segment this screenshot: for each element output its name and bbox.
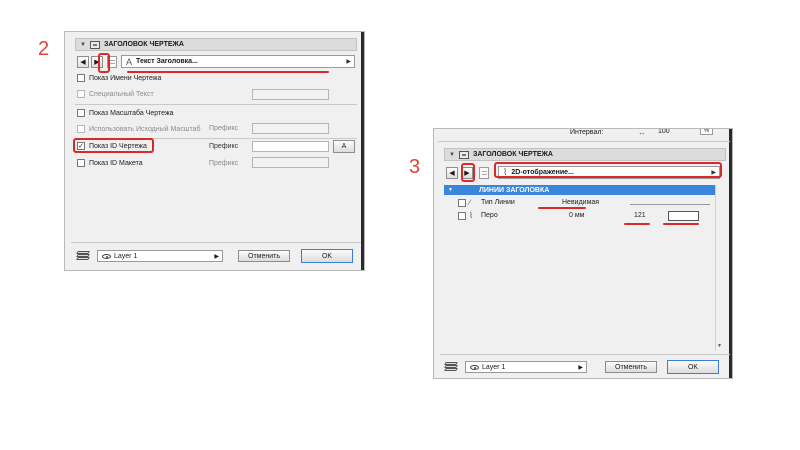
interval-label: Интервал: <box>570 129 604 136</box>
pen-color-swatch[interactable] <box>668 211 699 221</box>
show-name-row[interactable]: Показ Имени Чертежа <box>77 74 161 82</box>
special-text-row: Специальный Текст <box>77 90 154 98</box>
interval-arrows-icon: ↔ <box>638 128 646 137</box>
show-scale-label: Показ Масштаба Чертежа <box>89 109 174 117</box>
line-preview <box>630 204 710 205</box>
scroll-down-icon[interactable]: ▼ <box>717 343 722 349</box>
layers-icon <box>444 362 459 372</box>
pen-number[interactable]: 121 <box>634 212 646 219</box>
section-header-label: ЛИНИИ ЗАГОЛОВКА <box>478 186 550 194</box>
underline-style-dropdown <box>127 71 329 73</box>
id-prefix-label: Префикс <box>209 143 239 150</box>
window-edge <box>729 129 732 378</box>
section-title: ЗАГОЛОВОК ЧЕРТЕЖА <box>472 151 553 158</box>
layer-value: Layer 1 <box>114 252 138 260</box>
layer-dropdown[interactable]: Layer 1 ▶ <box>97 250 223 262</box>
title-style-value: Текст Заголовка... <box>136 58 198 65</box>
drawing-title-icon <box>458 150 469 159</box>
use-original-scale-row: Использовать Исходный Масштаб <box>77 125 200 133</box>
show-scale-row[interactable]: Показ Масштаба Чертежа <box>77 109 174 117</box>
pen-icon: ⌇ <box>469 211 473 220</box>
layer-dropdown[interactable]: Layer 1 ▶ <box>465 361 587 373</box>
special-text-checkbox <box>77 90 85 98</box>
special-text-input <box>252 89 329 100</box>
step-number-3: 3 <box>409 156 421 178</box>
underline-pen-color <box>663 223 699 225</box>
scale-prefix-input <box>252 123 329 134</box>
pen-label: Перо <box>481 212 498 219</box>
show-layout-id-checkbox[interactable] <box>77 159 85 167</box>
dropdown-arrow-icon: ▶ <box>346 59 351 65</box>
line-type-checkbox[interactable] <box>458 199 466 207</box>
prev-page-button[interactable]: ◀ <box>446 167 458 179</box>
text-style-icon: A <box>126 56 133 67</box>
show-name-label: Показ Имени Чертежа <box>89 74 162 82</box>
show-layout-id-row[interactable]: Показ ID Макета <box>77 159 143 167</box>
scrollbar[interactable]: ▼ <box>715 185 724 351</box>
line-icon: ∕ <box>469 198 471 207</box>
pick-font-icon: A <box>341 143 347 150</box>
highlight-next-button <box>98 53 110 73</box>
layout-prefix-label: Префикс <box>209 160 239 167</box>
highlight-show-id <box>73 138 154 153</box>
prev-page-button[interactable]: ◀ <box>77 56 89 68</box>
id-prefix-input[interactable] <box>252 141 329 152</box>
special-text-label: Специальный Текст <box>89 90 154 98</box>
document-icon <box>479 167 489 179</box>
interval-unit[interactable]: % <box>700 129 713 135</box>
layers-icon <box>76 251 91 261</box>
eye-icon <box>102 253 111 259</box>
eye-icon <box>470 364 479 370</box>
underline-line-type <box>538 207 586 209</box>
show-layout-id-label: Показ ID Макета <box>89 159 143 167</box>
title-style-dropdown[interactable]: A Текст Заголовка... ▶ <box>121 55 355 68</box>
pen-width-value: 0 мм <box>569 212 585 219</box>
dropdown-arrow-icon: ▶ <box>578 364 583 371</box>
highlight-view-dropdown <box>494 162 722 178</box>
line-type-row[interactable]: ∕ Тип Линии Невидимая <box>458 198 718 209</box>
use-original-scale-label: Использовать Исходный Масштаб <box>89 125 201 133</box>
cancel-button[interactable]: Отменить <box>605 361 657 373</box>
ok-button[interactable]: OK <box>667 360 719 374</box>
step-number-2: 2 <box>38 38 50 60</box>
expand-triangle-icon[interactable]: ▼ <box>448 187 453 193</box>
footer-divider <box>440 354 730 355</box>
cancel-button[interactable]: Отменить <box>238 250 290 262</box>
divider <box>75 104 357 105</box>
pen-checkbox[interactable] <box>458 212 466 220</box>
collapse-triangle-icon[interactable]: ▼ <box>80 42 86 48</box>
layout-prefix-input <box>252 157 329 168</box>
show-name-checkbox[interactable] <box>77 74 85 82</box>
use-original-scale-checkbox <box>77 125 85 133</box>
layer-value: Layer 1 <box>482 363 506 371</box>
divider <box>438 141 730 142</box>
show-scale-checkbox[interactable] <box>77 109 85 117</box>
ok-button[interactable]: OK <box>301 249 353 263</box>
highlight-next-button <box>461 163 475 182</box>
section-title-bar[interactable]: ▼ ЗАГОЛОВОК ЧЕРТЕЖА <box>444 148 726 161</box>
collapse-triangle-icon[interactable]: ▼ <box>449 152 455 158</box>
line-type-label: Тип Линии <box>481 199 515 206</box>
pick-font-button[interactable]: A <box>333 140 355 153</box>
window-edge <box>361 32 364 270</box>
drawing-title-icon <box>89 40 100 49</box>
footer-divider <box>71 242 361 243</box>
underline-pen-number <box>624 223 650 225</box>
line-type-value[interactable]: Невидимая <box>562 199 599 206</box>
scale-prefix-label: Префикс <box>209 125 239 132</box>
interval-value[interactable]: 100 <box>658 129 670 135</box>
section-title: ЗАГОЛОВОК ЧЕРТЕЖА <box>103 41 184 48</box>
section-header-row[interactable]: ▼ ЛИНИИ ЗАГОЛОВКА <box>444 185 716 195</box>
pen-row[interactable]: ⌇ Перо 0 мм 121 <box>458 211 718 222</box>
section-title-bar[interactable]: ▼ ЗАГОЛОВОК ЧЕРТЕЖА <box>75 38 357 51</box>
dropdown-arrow-icon: ▶ <box>214 253 219 260</box>
